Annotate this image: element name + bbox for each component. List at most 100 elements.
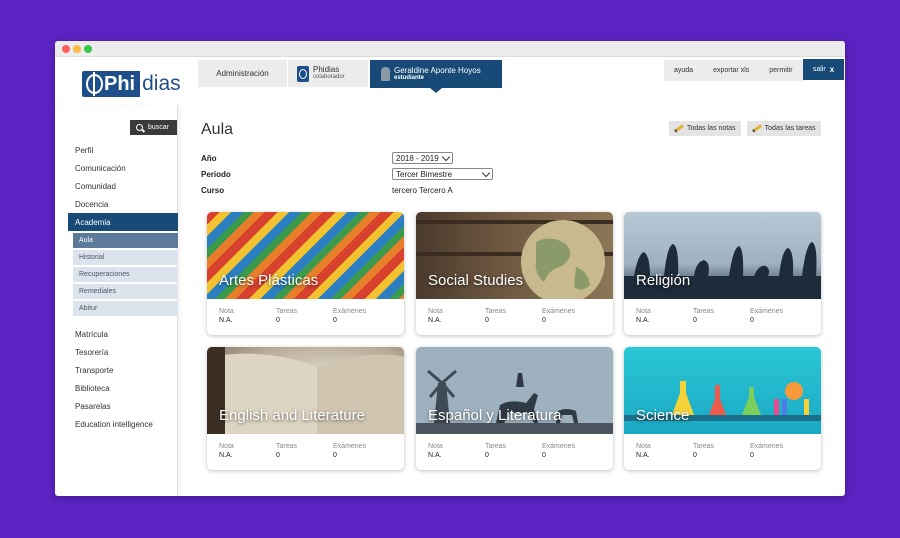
exams-value: 0 bbox=[750, 317, 754, 324]
permit-link[interactable]: permitir bbox=[759, 67, 802, 74]
course-title: Social Studies bbox=[428, 272, 524, 289]
maximize-window-dot[interactable] bbox=[84, 45, 92, 53]
people-silhouettes bbox=[634, 242, 817, 276]
course-title: English and Literature bbox=[219, 407, 365, 424]
tasks-value: 0 bbox=[693, 452, 697, 459]
period-select[interactable]: Tercer Bimestre bbox=[392, 168, 493, 180]
top-actions: Todas las notas Todas las tareas bbox=[669, 121, 821, 136]
course-stats: Nota N.A. Tareas 0 Exámenes 0 bbox=[416, 299, 613, 325]
grade-value: N.A. bbox=[219, 317, 233, 324]
period-label: Periodo bbox=[201, 169, 231, 179]
search-label: buscar bbox=[148, 124, 170, 131]
course-image: English and Literature bbox=[207, 347, 404, 434]
sidebar-subitem-recuperaciones[interactable]: Recuperaciones bbox=[73, 267, 178, 282]
chevron-down-icon bbox=[481, 168, 491, 177]
pencil-icon bbox=[751, 124, 762, 133]
course-image: Español y Literatura bbox=[416, 347, 613, 434]
sidebar-item-tesoreria[interactable]: Tesorería bbox=[68, 343, 178, 361]
course-card-religion[interactable]: Religión Nota N.A. Tareas 0 Exámenes 0 bbox=[624, 212, 821, 335]
caret-down-icon bbox=[430, 88, 442, 93]
window-titlebar bbox=[55, 41, 845, 57]
all-grades-label: Todas las notas bbox=[687, 125, 736, 132]
course-image: Artes Plásticas bbox=[207, 212, 404, 299]
course-image: Social Studies bbox=[416, 212, 613, 299]
grade-value: N.A. bbox=[428, 317, 442, 324]
sidebar-subitem-aula[interactable]: Aula bbox=[73, 233, 178, 248]
course-image: Religión bbox=[624, 212, 821, 299]
grade-label: Nota bbox=[219, 443, 234, 450]
tasks-label: Tareas bbox=[693, 443, 715, 450]
course-card-espanol[interactable]: Español y Literatura Nota N.A. Tareas 0 Ex… bbox=[416, 347, 613, 470]
phi-icon bbox=[86, 72, 103, 96]
course-card-social-studies[interactable]: Social Studies Nota N.A. Tareas 0 Exámenes… bbox=[416, 212, 613, 335]
sidebar-item-biblioteca[interactable]: Biblioteca bbox=[68, 379, 178, 397]
rider-silhouette bbox=[516, 373, 524, 387]
user-name: Geraldine Aponte Hoyos bbox=[394, 66, 481, 75]
tasks-label: Tareas bbox=[485, 308, 507, 315]
user-role: estudiante bbox=[394, 75, 425, 81]
grade-value: N.A. bbox=[636, 317, 650, 324]
tab-user[interactable]: Geraldine Aponte Hoyos estudiante bbox=[370, 60, 502, 88]
export-xls-link[interactable]: exportar xls bbox=[703, 67, 759, 74]
sidebar-subitem-historial[interactable]: Historial bbox=[73, 250, 178, 265]
sidebar-item-docencia[interactable]: Docencia bbox=[68, 195, 178, 213]
course-stats: Nota N.A. Tareas 0 Exámenes 0 bbox=[207, 299, 404, 325]
exams-value: 0 bbox=[750, 452, 754, 459]
help-link[interactable]: ayuda bbox=[664, 67, 703, 74]
tab-colaborador-sub: colaborador bbox=[313, 74, 345, 80]
page-title: Aula bbox=[201, 121, 234, 138]
sidebar-item-education-intelligence[interactable]: Education intelligence bbox=[68, 415, 178, 433]
sidebar-item-pasarelas[interactable]: Pasarelas bbox=[68, 397, 178, 415]
course-row: Curso tercero Tercero A bbox=[201, 182, 493, 198]
sidebar-item-comunicacion[interactable]: Comunicación bbox=[68, 159, 178, 177]
period-row: Periodo Tercer Bimestre bbox=[201, 166, 493, 182]
year-select[interactable]: 2018 - 2019 bbox=[392, 152, 453, 164]
course-stats: Nota N.A. Tareas 0 Exámenes 0 bbox=[416, 434, 613, 460]
search-button[interactable]: buscar bbox=[130, 120, 177, 135]
sidebar: buscar Perfil Comunicación Comunidad Doc… bbox=[55, 105, 178, 496]
course-title: Religión bbox=[636, 272, 691, 289]
sidebar-subitem-abitur[interactable]: Abitur bbox=[73, 301, 178, 316]
all-grades-button[interactable]: Todas las notas bbox=[669, 121, 741, 136]
course-card-artes[interactable]: Artes Plásticas Nota N.A. Tareas 0 Exámene… bbox=[207, 212, 404, 335]
tab-colaborador-title: Phidias bbox=[313, 65, 340, 74]
course-card-english[interactable]: English and Literature Nota N.A. Tareas 0 … bbox=[207, 347, 404, 470]
grade-value: N.A. bbox=[428, 452, 442, 459]
flask-icon bbox=[709, 385, 726, 415]
phidias-icon bbox=[297, 65, 309, 82]
grade-label: Nota bbox=[636, 308, 651, 315]
course-stats: Nota N.A. Tareas 0 Exámenes 0 bbox=[624, 434, 821, 460]
ground-shape bbox=[416, 423, 613, 434]
course-card-science[interactable]: Science Nota N.A. Tareas 0 Exámenes 0 bbox=[624, 347, 821, 470]
test-tube-icon bbox=[774, 399, 779, 415]
minimize-window-dot[interactable] bbox=[73, 45, 81, 53]
exit-label: salir bbox=[812, 66, 826, 73]
logo-mark: Phi bbox=[82, 71, 141, 97]
sidebar-item-perfil[interactable]: Perfil bbox=[68, 141, 178, 159]
all-tasks-button[interactable]: Todas las tareas bbox=[746, 121, 821, 136]
phidias-logo[interactable]: Phi dias bbox=[82, 71, 181, 97]
user-avatar-icon bbox=[381, 67, 390, 81]
course-image: Science bbox=[624, 347, 821, 434]
period-value: Tercer Bimestre bbox=[396, 169, 453, 179]
tab-administracion[interactable]: Administración bbox=[198, 60, 287, 87]
sidebar-menu: Perfil Comunicación Comunidad Docencia A… bbox=[68, 141, 178, 433]
exams-value: 0 bbox=[542, 317, 546, 324]
sidebar-item-academia[interactable]: Academia bbox=[68, 213, 178, 231]
sidebar-subitem-remediales[interactable]: Remediales bbox=[73, 284, 178, 299]
course-value: tercero Tercero A bbox=[392, 185, 453, 195]
exams-label: Exámenes bbox=[750, 443, 784, 450]
sidebar-item-comunidad[interactable]: Comunidad bbox=[68, 177, 178, 195]
exams-label: Exámenes bbox=[333, 443, 367, 450]
course-title: Español y Literatura bbox=[428, 407, 562, 424]
flask-icon bbox=[785, 382, 803, 400]
year-label: Año bbox=[201, 153, 217, 163]
sidebar-item-transporte[interactable]: Transporte bbox=[68, 361, 178, 379]
sidebar-item-matricula[interactable]: Matrícula bbox=[68, 325, 178, 343]
grade-value: N.A. bbox=[636, 452, 650, 459]
tab-colaborador[interactable]: Phidias colaborador bbox=[288, 60, 368, 87]
year-value: 2018 - 2019 bbox=[396, 153, 439, 163]
exit-button[interactable]: salir x bbox=[803, 59, 844, 80]
course-title: Artes Plásticas bbox=[219, 272, 319, 289]
close-window-dot[interactable] bbox=[62, 45, 70, 53]
